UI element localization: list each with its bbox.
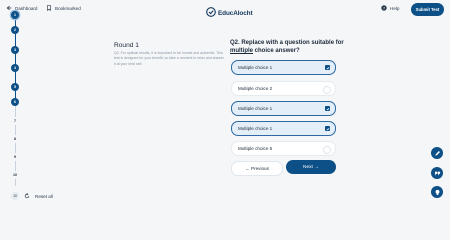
question-prefix: Q2. Replace with a question suitable for	[230, 40, 344, 46]
submit-test-button[interactable]: Submit Test	[411, 3, 444, 16]
top-bar: Dashboard Bookmarked EducAlocht ? Help S…	[0, 0, 450, 20]
checkbox-empty-icon[interactable]	[323, 85, 331, 94]
step-2[interactable]: 2	[11, 26, 19, 34]
option-1[interactable]: Multiple choice 1	[231, 60, 336, 75]
bookmark-icon	[46, 5, 52, 11]
quote-icon	[434, 164, 441, 182]
step-9[interactable]: 9	[11, 153, 19, 161]
bookmarked-link[interactable]: Bookmarked	[46, 5, 81, 11]
next-button[interactable]: Next →	[286, 160, 336, 174]
reset-all-button[interactable]: 10 Reset all	[11, 192, 53, 200]
lightbulb-fab[interactable]	[431, 186, 443, 198]
reset-label: Reset all	[35, 193, 53, 199]
arrow-left-icon	[6, 5, 12, 11]
logo-icon	[206, 4, 216, 22]
logo-text: EducAlocht	[218, 9, 253, 17]
option-label: Multiple choice 1	[238, 126, 273, 131]
question-underlined: multiple	[230, 47, 254, 54]
question-text: Q2. Replace with a question suitable for…	[230, 40, 348, 56]
dashboard-link[interactable]: Dashboard	[6, 5, 37, 11]
reset-badge: 10	[11, 192, 19, 200]
lightbulb-icon	[434, 183, 441, 201]
step-1[interactable]: 1	[11, 11, 19, 19]
dashboard-label: Dashboard	[15, 5, 38, 11]
checkbox-checked-icon[interactable]	[325, 106, 330, 111]
option-label: Multiple choice 2	[238, 86, 273, 91]
help-label: Help	[390, 6, 400, 11]
step-10[interactable]: 10	[11, 171, 19, 179]
logo: EducAlocht	[206, 4, 253, 22]
help-button[interactable]: ? Help	[381, 5, 399, 12]
option-label: Multiple choice 1	[238, 65, 273, 70]
question-suffix: choice answer?	[253, 47, 300, 54]
pencil-fab[interactable]	[431, 147, 443, 159]
option-label: Multiple choice 5	[238, 146, 273, 151]
checkbox-checked-icon[interactable]	[325, 65, 330, 70]
option-label: Multiple choice 1	[238, 106, 273, 111]
option-2[interactable]: Multiple choice 2	[231, 81, 336, 96]
quote-fab[interactable]	[431, 167, 443, 179]
svg-text:?: ?	[383, 5, 385, 10]
bookmarked-label: Bookmarked	[55, 5, 81, 11]
step-7[interactable]: 7	[11, 117, 19, 125]
step-5[interactable]: 5	[11, 83, 19, 91]
option-3[interactable]: Multiple choice 1	[231, 101, 336, 116]
previous-button[interactable]: ← Previous	[231, 161, 283, 176]
step-4[interactable]: 4	[11, 64, 19, 72]
reset-icon	[24, 192, 30, 200]
round-description: Q2. For optimal results, it is important…	[114, 51, 224, 66]
option-4[interactable]: Multiple choice 1	[231, 121, 336, 136]
step-3[interactable]: 3	[11, 46, 19, 54]
pencil-icon	[434, 144, 441, 162]
help-icon: ?	[381, 5, 387, 12]
option-5[interactable]: Multiple choice 5	[231, 141, 336, 156]
round-title: Round 1	[114, 42, 139, 49]
checkbox-checked-icon[interactable]	[325, 126, 330, 131]
checkbox-empty-icon[interactable]	[323, 145, 331, 154]
step-6[interactable]: 6	[11, 98, 19, 106]
step-8[interactable]: 8	[11, 135, 19, 143]
